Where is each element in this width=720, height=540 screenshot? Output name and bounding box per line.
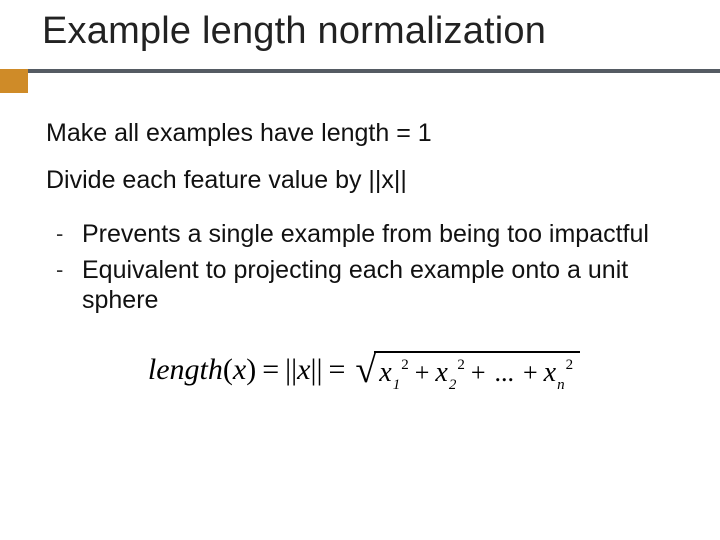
formula-mid: x [297, 353, 310, 387]
term-sub: 1 [393, 377, 401, 394]
term-sup: 2 [457, 357, 465, 374]
under-root: x12 + x22 + ... + xn2 [374, 351, 580, 389]
radical-icon: √ [355, 351, 376, 389]
norm-close: || [310, 353, 322, 387]
term-sub: 2 [449, 377, 457, 394]
dash-icon: - [56, 219, 82, 249]
paren-open: ( [223, 353, 233, 387]
slide-body: Make all examples have length = 1 Divide… [0, 93, 720, 389]
sqrt: √ x12 + x22 + ... + xn2 [355, 351, 580, 389]
dash-icon: - [56, 255, 82, 285]
plus-sign: + [471, 358, 486, 388]
equals-sign: = [262, 353, 279, 387]
formula-lhs-arg: x [233, 353, 246, 387]
term: x22 [435, 357, 464, 389]
intro-line-2: Divide each feature value by ||x|| [46, 166, 682, 195]
term-base: x [379, 357, 391, 389]
formula: length(x) = ||x|| = √ x12 + x22 + [46, 351, 682, 389]
list-item: - Equivalent to projecting each example … [56, 255, 682, 315]
formula-inner: length(x) = ||x|| = √ x12 + x22 + [148, 351, 580, 389]
formula-lhs-word: length [148, 353, 223, 387]
term-sup: 2 [401, 357, 409, 374]
term-base: x [435, 357, 447, 389]
term: x12 [379, 357, 408, 389]
term-sup: 2 [566, 357, 574, 374]
plus-sign: + [415, 358, 430, 388]
ellipsis: ... [495, 358, 515, 388]
term: xn2 [544, 357, 573, 389]
horizontal-rule [28, 69, 720, 73]
slide-title: Example length normalization [0, 10, 720, 55]
paren-close: ) [246, 353, 256, 387]
term-sub: n [557, 377, 565, 394]
list-item: - Prevents a single example from being t… [56, 219, 682, 249]
equals-sign: = [329, 353, 346, 387]
plus-sign: + [523, 358, 538, 388]
norm-open: || [285, 353, 297, 387]
title-rule [0, 69, 720, 93]
bullet-text: Equivalent to projecting each example on… [82, 255, 682, 315]
intro-line-1: Make all examples have length = 1 [46, 119, 682, 148]
accent-box [0, 69, 28, 93]
slide: Example length normalization Make all ex… [0, 0, 720, 540]
bullet-text: Prevents a single example from being too… [82, 219, 649, 249]
term-base: x [544, 357, 556, 389]
bullet-list: - Prevents a single example from being t… [46, 219, 682, 315]
